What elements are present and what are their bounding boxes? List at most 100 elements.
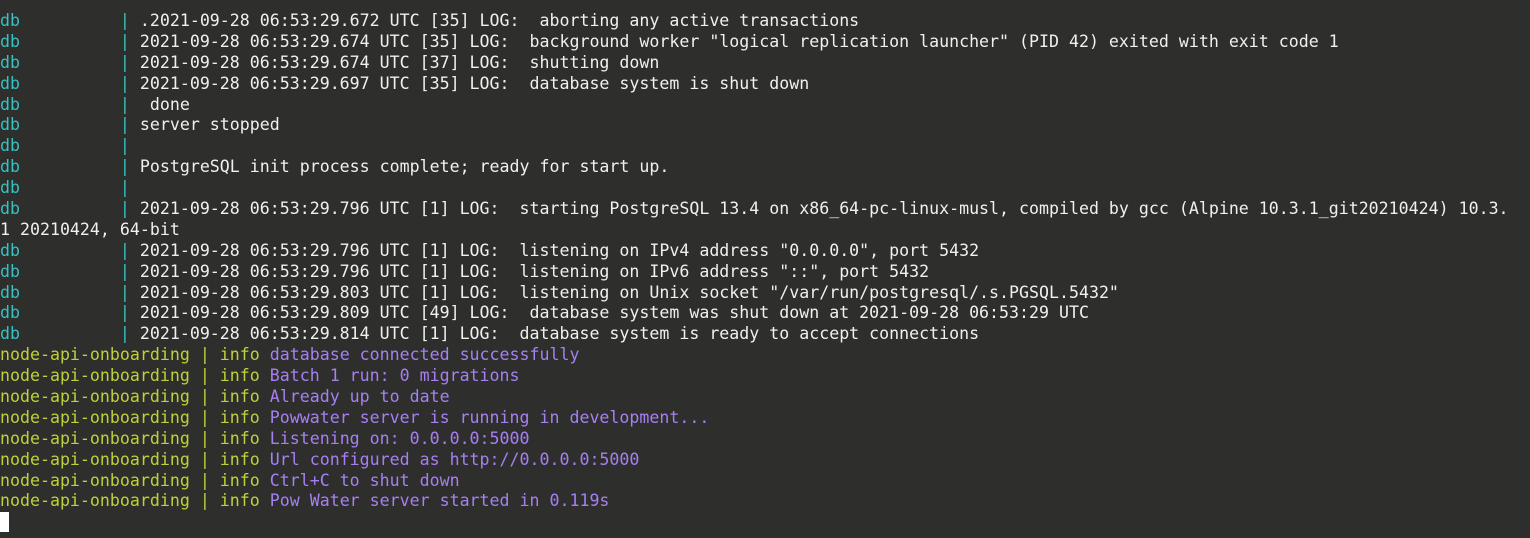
log-message: 2021-09-28 06:53:29.796 UTC [1] LOG: lis… — [139, 261, 930, 281]
service-name-db: db — [0, 199, 120, 219]
text-cursor — [0, 512, 9, 533]
service-name-node: node-api-onboarding — [0, 449, 200, 469]
log-line: db | 2021-09-28 06:53:29.796 UTC [1] LOG… — [0, 199, 1530, 220]
log-level: info — [219, 449, 260, 469]
log-separator: | — [119, 199, 140, 219]
service-name-db: db — [0, 136, 120, 156]
log-message: 2021-09-28 06:53:29.674 UTC [35] LOG: ba… — [139, 31, 1339, 51]
log-message: database connected successfully — [259, 345, 580, 365]
log-line: node-api-onboarding | info Already up to… — [0, 387, 1530, 408]
log-line: db | 2021-09-28 06:53:29.803 UTC [1] LOG… — [0, 283, 1530, 304]
log-message: 2021-09-28 06:53:29.674 UTC [37] LOG: sh… — [139, 52, 660, 72]
log-level: info — [219, 387, 260, 407]
service-name-node: node-api-onboarding — [0, 470, 200, 490]
service-name-db: db — [0, 52, 120, 72]
log-line: db | — [0, 178, 1530, 199]
terminal-window[interactable]: db | .2021-09-28 06:53:29.672 UTC [35] L… — [0, 0, 1530, 538]
log-level: info — [219, 407, 260, 427]
log-line: db | — [0, 136, 1530, 157]
log-separator: | — [199, 387, 220, 407]
service-name-db: db — [0, 31, 120, 51]
log-separator: | — [199, 470, 220, 490]
log-line: db | PostgreSQL init process complete; r… — [0, 157, 1530, 178]
service-name-node: node-api-onboarding — [0, 387, 200, 407]
log-message: Powwater server is running in developmen… — [259, 407, 710, 427]
service-name-db: db — [0, 94, 120, 114]
log-separator: | — [119, 52, 140, 72]
log-separator: | — [199, 449, 220, 469]
service-name-node: node-api-onboarding — [0, 491, 200, 511]
log-line: db | server stopped — [0, 115, 1530, 136]
log-separator: | — [199, 491, 220, 511]
log-line: node-api-onboarding | info Url configure… — [0, 450, 1530, 471]
service-name-db: db — [0, 157, 120, 177]
log-message: Url configured as http://0.0.0.0:5000 — [259, 449, 640, 469]
service-name-node: node-api-onboarding — [0, 366, 200, 386]
log-separator: | — [119, 31, 140, 51]
log-message: 2021-09-28 06:53:29.796 UTC [1] LOG: sta… — [139, 199, 1509, 219]
log-line: db | 2021-09-28 06:53:29.796 UTC [1] LOG… — [0, 262, 1530, 283]
log-separator: | — [119, 115, 140, 135]
service-name-db: db — [0, 282, 120, 302]
log-line: node-api-onboarding | info database conn… — [0, 345, 1530, 366]
log-line: node-api-onboarding | info Ctrl+C to shu… — [0, 471, 1530, 492]
service-name-db: db — [0, 324, 120, 344]
log-separator: | — [119, 73, 140, 93]
service-name-db: db — [0, 261, 120, 281]
log-message: 2021-09-28 06:53:29.803 UTC [1] LOG: lis… — [139, 282, 1119, 302]
log-line: db | 2021-09-28 06:53:29.809 UTC [49] LO… — [0, 303, 1530, 324]
log-level: info — [219, 491, 260, 511]
log-separator: | — [119, 178, 140, 198]
service-name-db: db — [0, 240, 120, 260]
log-line: db | 2021-09-28 06:53:29.814 UTC [1] LOG… — [0, 324, 1530, 345]
log-line: node-api-onboarding | info Powwater serv… — [0, 408, 1530, 429]
log-message: PostgreSQL init process complete; ready … — [139, 157, 670, 177]
log-message: 2021-09-28 06:53:29.796 UTC [1] LOG: lis… — [139, 240, 980, 260]
log-message: Batch 1 run: 0 migrations — [259, 366, 520, 386]
log-line: db | 2021-09-28 06:53:29.697 UTC [35] LO… — [0, 74, 1530, 95]
log-message: Ctrl+C to shut down — [259, 470, 460, 490]
log-level: info — [219, 428, 260, 448]
log-line: db | done — [0, 95, 1530, 116]
log-separator: | — [199, 407, 220, 427]
service-name-node: node-api-onboarding — [0, 345, 200, 365]
service-name-db: db — [0, 11, 120, 30]
log-level: info — [219, 470, 260, 490]
service-name-db: db — [0, 115, 120, 135]
log-separator: | — [119, 282, 140, 302]
log-line: node-api-onboarding | info Batch 1 run: … — [0, 366, 1530, 387]
service-name-node: node-api-onboarding — [0, 428, 200, 448]
log-line: node-api-onboarding | info Pow Water ser… — [0, 491, 1530, 512]
service-name-db: db — [0, 73, 120, 93]
log-separator: | — [119, 157, 140, 177]
log-separator: | — [119, 261, 140, 281]
log-line: db | 2021-09-28 06:53:29.674 UTC [37] LO… — [0, 53, 1530, 74]
log-message: Pow Water server started in 0.119s — [259, 491, 610, 511]
log-separator: | — [119, 136, 140, 156]
log-level: info — [219, 366, 260, 386]
service-name-db: db — [0, 303, 120, 323]
log-message: server stopped — [139, 115, 280, 135]
log-level: info — [219, 345, 260, 365]
log-message: .2021-09-28 06:53:29.672 UTC [35] LOG: a… — [139, 11, 860, 30]
log-message-continuation: 1 20210424, 64-bit — [0, 219, 180, 239]
log-line: db | 2021-09-28 06:53:29.796 UTC [1] LOG… — [0, 241, 1530, 262]
log-separator: | — [119, 303, 140, 323]
prompt-line[interactable] — [0, 512, 1530, 533]
log-line: db | 2021-09-28 06:53:29.674 UTC [35] LO… — [0, 32, 1530, 53]
log-message: 2021-09-28 06:53:29.814 UTC [1] LOG: dat… — [139, 324, 980, 344]
log-line: node-api-onboarding | info Listening on:… — [0, 429, 1530, 450]
log-separator: | — [199, 366, 220, 386]
log-message: done — [139, 94, 190, 114]
log-line-wrapped: 1 20210424, 64-bit — [0, 220, 1530, 241]
log-message: Listening on: 0.0.0.0:5000 — [259, 428, 530, 448]
log-separator: | — [199, 345, 220, 365]
log-separator: | — [199, 428, 220, 448]
log-separator: | — [119, 94, 140, 114]
log-message: 2021-09-28 06:53:29.809 UTC [49] LOG: da… — [139, 303, 1089, 323]
log-message: 2021-09-28 06:53:29.697 UTC [35] LOG: da… — [139, 73, 810, 93]
log-separator: | — [119, 11, 140, 30]
log-message: Already up to date — [259, 387, 450, 407]
log-line: db | .2021-09-28 06:53:29.672 UTC [35] L… — [0, 11, 1530, 32]
service-name-node: node-api-onboarding — [0, 407, 200, 427]
